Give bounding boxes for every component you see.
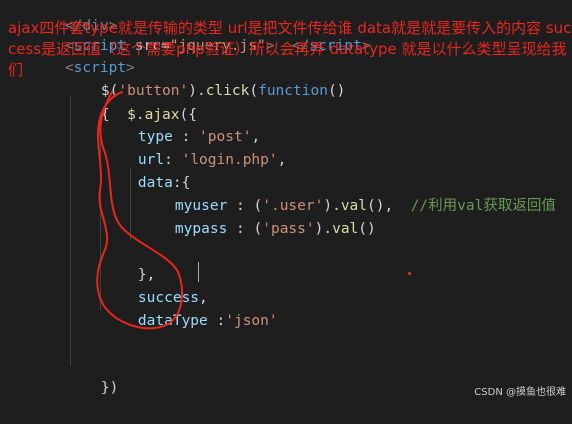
watermark: CSDN @摸鱼也很难 <box>474 387 566 398</box>
red-circle-annotation <box>96 91 184 330</box>
annotation-text: ajax四件套type就是传输的类型 url是把文件传给谁 data就是就是要传… <box>8 19 572 79</box>
